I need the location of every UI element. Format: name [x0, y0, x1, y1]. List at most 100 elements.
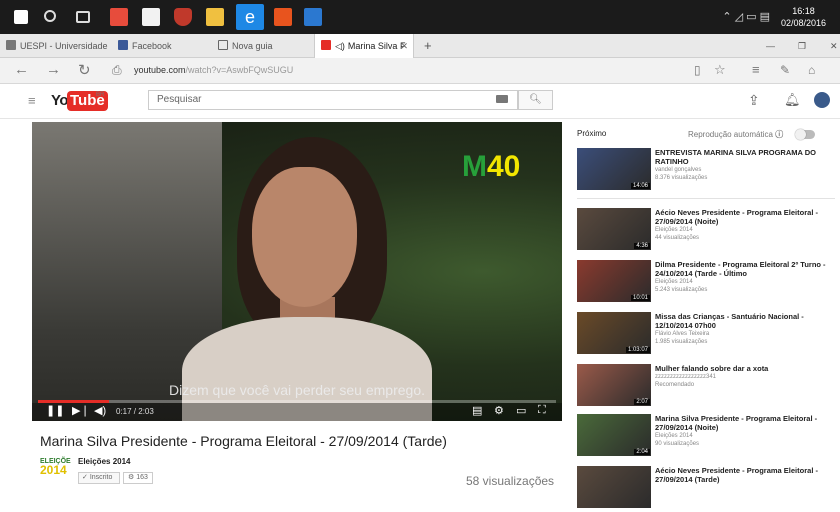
- facebook-icon: [118, 40, 128, 50]
- theater-mode-icon[interactable]: ▭: [516, 404, 526, 417]
- recommendation-channel: Eleições 2014: [655, 433, 693, 439]
- video-player[interactable]: M40 Dizem que você vai perder seu empreg…: [32, 122, 562, 421]
- video-thumbnail[interactable]: 1:03:07: [577, 312, 651, 354]
- tab-uespi[interactable]: UESPI - Universidade: [0, 34, 108, 58]
- keyboard-icon[interactable]: [496, 95, 508, 103]
- menu-icon[interactable]: ≡: [28, 93, 36, 108]
- youtube-logo-country: BR: [96, 92, 105, 98]
- edge-icon[interactable]: e: [236, 4, 264, 30]
- video-subtitle: Dizem que você vai perder seu emprego.: [168, 382, 426, 398]
- campaign-logo-number: 40: [487, 150, 521, 183]
- video-duration: 4:36: [634, 243, 650, 249]
- youtube-header: ≡ You Tube BR Pesquisar 🔍︎ ⇪ 🔔︎: [0, 85, 840, 119]
- upload-icon[interactable]: ⇪: [748, 92, 760, 109]
- share-icon[interactable]: ⌂: [808, 63, 815, 77]
- info-icon[interactable]: ⓘ: [775, 130, 783, 139]
- fullscreen-icon[interactable]: ⛶: [538, 404, 546, 417]
- url-field[interactable]: youtube.com/watch?v=AswbFQwSUGU: [134, 65, 293, 75]
- new-tab-page-icon: [218, 40, 228, 50]
- store-icon[interactable]: [142, 8, 160, 26]
- recommendation-title[interactable]: ENTREVISTA MARINA SILVA PROGRAMA DO RATI…: [655, 148, 833, 166]
- up-next-label: Próximo: [577, 129, 607, 138]
- video-duration: 14:06: [630, 183, 650, 189]
- recommendation-item[interactable]: Aécio Neves Presidente - Programa Eleito…: [577, 466, 835, 512]
- taskbar-clock[interactable]: 16:18 02/08/2016: [781, 5, 826, 29]
- close-window-icon[interactable]: ✕: [824, 34, 840, 58]
- close-tab-icon[interactable]: ✕: [400, 34, 408, 58]
- search-icon[interactable]: [44, 10, 56, 22]
- recommendation-views: 1.985 visualizações: [655, 339, 708, 345]
- tab-label: UESPI - Universidade: [20, 41, 108, 51]
- channel-avatar[interactable]: ELEIÇÕE 2014: [40, 457, 72, 485]
- recommendation-title[interactable]: Aécio Neves Presidente - Programa Eleito…: [655, 466, 833, 484]
- avatar[interactable]: [814, 92, 830, 108]
- autoplay-toggle[interactable]: [795, 129, 815, 140]
- recommendation-item[interactable]: 10:01 Dilma Presidente - Programa Eleitor…: [577, 260, 835, 306]
- subtitles-icon[interactable]: ▤: [472, 404, 482, 417]
- files-icon[interactable]: [206, 8, 224, 26]
- back-arrow-icon[interactable]: ←: [14, 61, 29, 78]
- uespi-favicon-icon: [6, 40, 16, 50]
- mail-icon[interactable]: [110, 8, 128, 26]
- search-button[interactable]: 🔍︎: [518, 90, 553, 110]
- subscriber-count-value: 163: [136, 474, 148, 481]
- new-tab-button[interactable]: +: [418, 34, 438, 58]
- recommendation-item[interactable]: 4:36 Aécio Neves Presidente - Programa El…: [577, 208, 835, 254]
- video-thumbnail[interactable]: 10:01: [577, 260, 651, 302]
- tab-facebook[interactable]: Facebook: [112, 34, 202, 58]
- volume-icon[interactable]: ◀): [94, 404, 106, 417]
- next-icon[interactable]: ▶❘: [72, 404, 90, 417]
- word-icon[interactable]: [304, 8, 322, 26]
- windows-start-icon[interactable]: [14, 10, 28, 24]
- tab-youtube-active[interactable]: ◁) Marina Silva F ✕: [314, 34, 414, 58]
- view-count: 58 visualizações: [466, 474, 555, 488]
- shield-icon[interactable]: [174, 8, 192, 26]
- video-frame-face: [252, 167, 357, 307]
- recommendation-views: 44 visualizações: [655, 235, 700, 241]
- video-duration: 1:03:07: [625, 347, 650, 353]
- video-thumbnail[interactable]: 2:07: [577, 364, 651, 406]
- recommendation-title[interactable]: Aécio Neves Presidente - Programa Eleito…: [655, 208, 833, 226]
- recommendation-title[interactable]: Mulher falando sobre dar a xota: [655, 364, 833, 373]
- video-duration: 10:01: [630, 295, 650, 301]
- search-input[interactable]: Pesquisar: [148, 90, 518, 110]
- recommendation-channel: vandel gonçalves: [655, 167, 702, 173]
- restore-icon[interactable]: ❐: [792, 34, 812, 58]
- recommendation-views: 90 visualizações: [655, 441, 700, 447]
- web-note-icon[interactable]: ✎: [780, 63, 790, 77]
- hub-icon[interactable]: ≡: [752, 62, 760, 77]
- recommendation-views: 8.376 visualizações: [655, 175, 708, 181]
- forward-arrow-icon[interactable]: →: [46, 61, 61, 78]
- video-thumbnail[interactable]: 14:06: [577, 148, 651, 190]
- refresh-icon[interactable]: ↻: [78, 61, 91, 79]
- recommendation-title[interactable]: Missa das Crianças - Santuário Nacional …: [655, 312, 833, 330]
- settings-gear-icon[interactable]: ⚙: [494, 404, 504, 417]
- recommendation-title[interactable]: Marina Silva Presidente - Programa Eleit…: [655, 414, 833, 432]
- campaign-logo: M40: [462, 150, 520, 184]
- favorite-star-icon[interactable]: ☆: [714, 62, 726, 78]
- clock-time: 16:18: [792, 6, 815, 16]
- video-thumbnail[interactable]: [577, 466, 651, 508]
- recommendation-item[interactable]: 2:04 Marina Silva Presidente - Programa E…: [577, 414, 835, 460]
- task-view-icon[interactable]: [76, 11, 90, 23]
- reading-view-icon[interactable]: ▯: [694, 63, 701, 77]
- minimize-icon[interactable]: —: [760, 34, 780, 58]
- address-bar-row: ← → ↻ ⎙ youtube.com/watch?v=AswbFQwSUGU …: [0, 58, 840, 84]
- recommendation-views: 5.243 visualizações: [655, 287, 708, 293]
- recommendation-item[interactable]: 1:03:07 Missa das Crianças - Santuário Na…: [577, 312, 835, 358]
- system-tray[interactable]: ⌃ ◿ ▭ ▤: [722, 10, 770, 23]
- video-thumbnail[interactable]: 4:36: [577, 208, 651, 250]
- autoplay-label: Reprodução automática ⓘ: [688, 129, 783, 140]
- recommendation-item[interactable]: 14:06 ENTREVISTA MARINA SILVA PROGRAMA DO…: [577, 148, 835, 194]
- notifications-bell-icon[interactable]: 🔔︎: [784, 92, 801, 108]
- lock-icon: ⎙: [112, 63, 122, 77]
- pause-icon[interactable]: ❚❚: [46, 404, 64, 417]
- subscribed-button[interactable]: ✓ Inscrito: [78, 472, 120, 484]
- tab-new[interactable]: Nova guia: [212, 34, 308, 58]
- video-thumbnail[interactable]: 2:04: [577, 414, 651, 456]
- recommendation-title[interactable]: Dilma Presidente - Programa Eleitoral 2º…: [655, 260, 833, 278]
- channel-name[interactable]: Eleições 2014: [78, 457, 130, 466]
- recommendation-item[interactable]: 2:07 Mulher falando sobre dar a xota zzzzz…: [577, 364, 835, 410]
- tab-label: Facebook: [132, 41, 172, 51]
- office-icon[interactable]: [274, 8, 292, 26]
